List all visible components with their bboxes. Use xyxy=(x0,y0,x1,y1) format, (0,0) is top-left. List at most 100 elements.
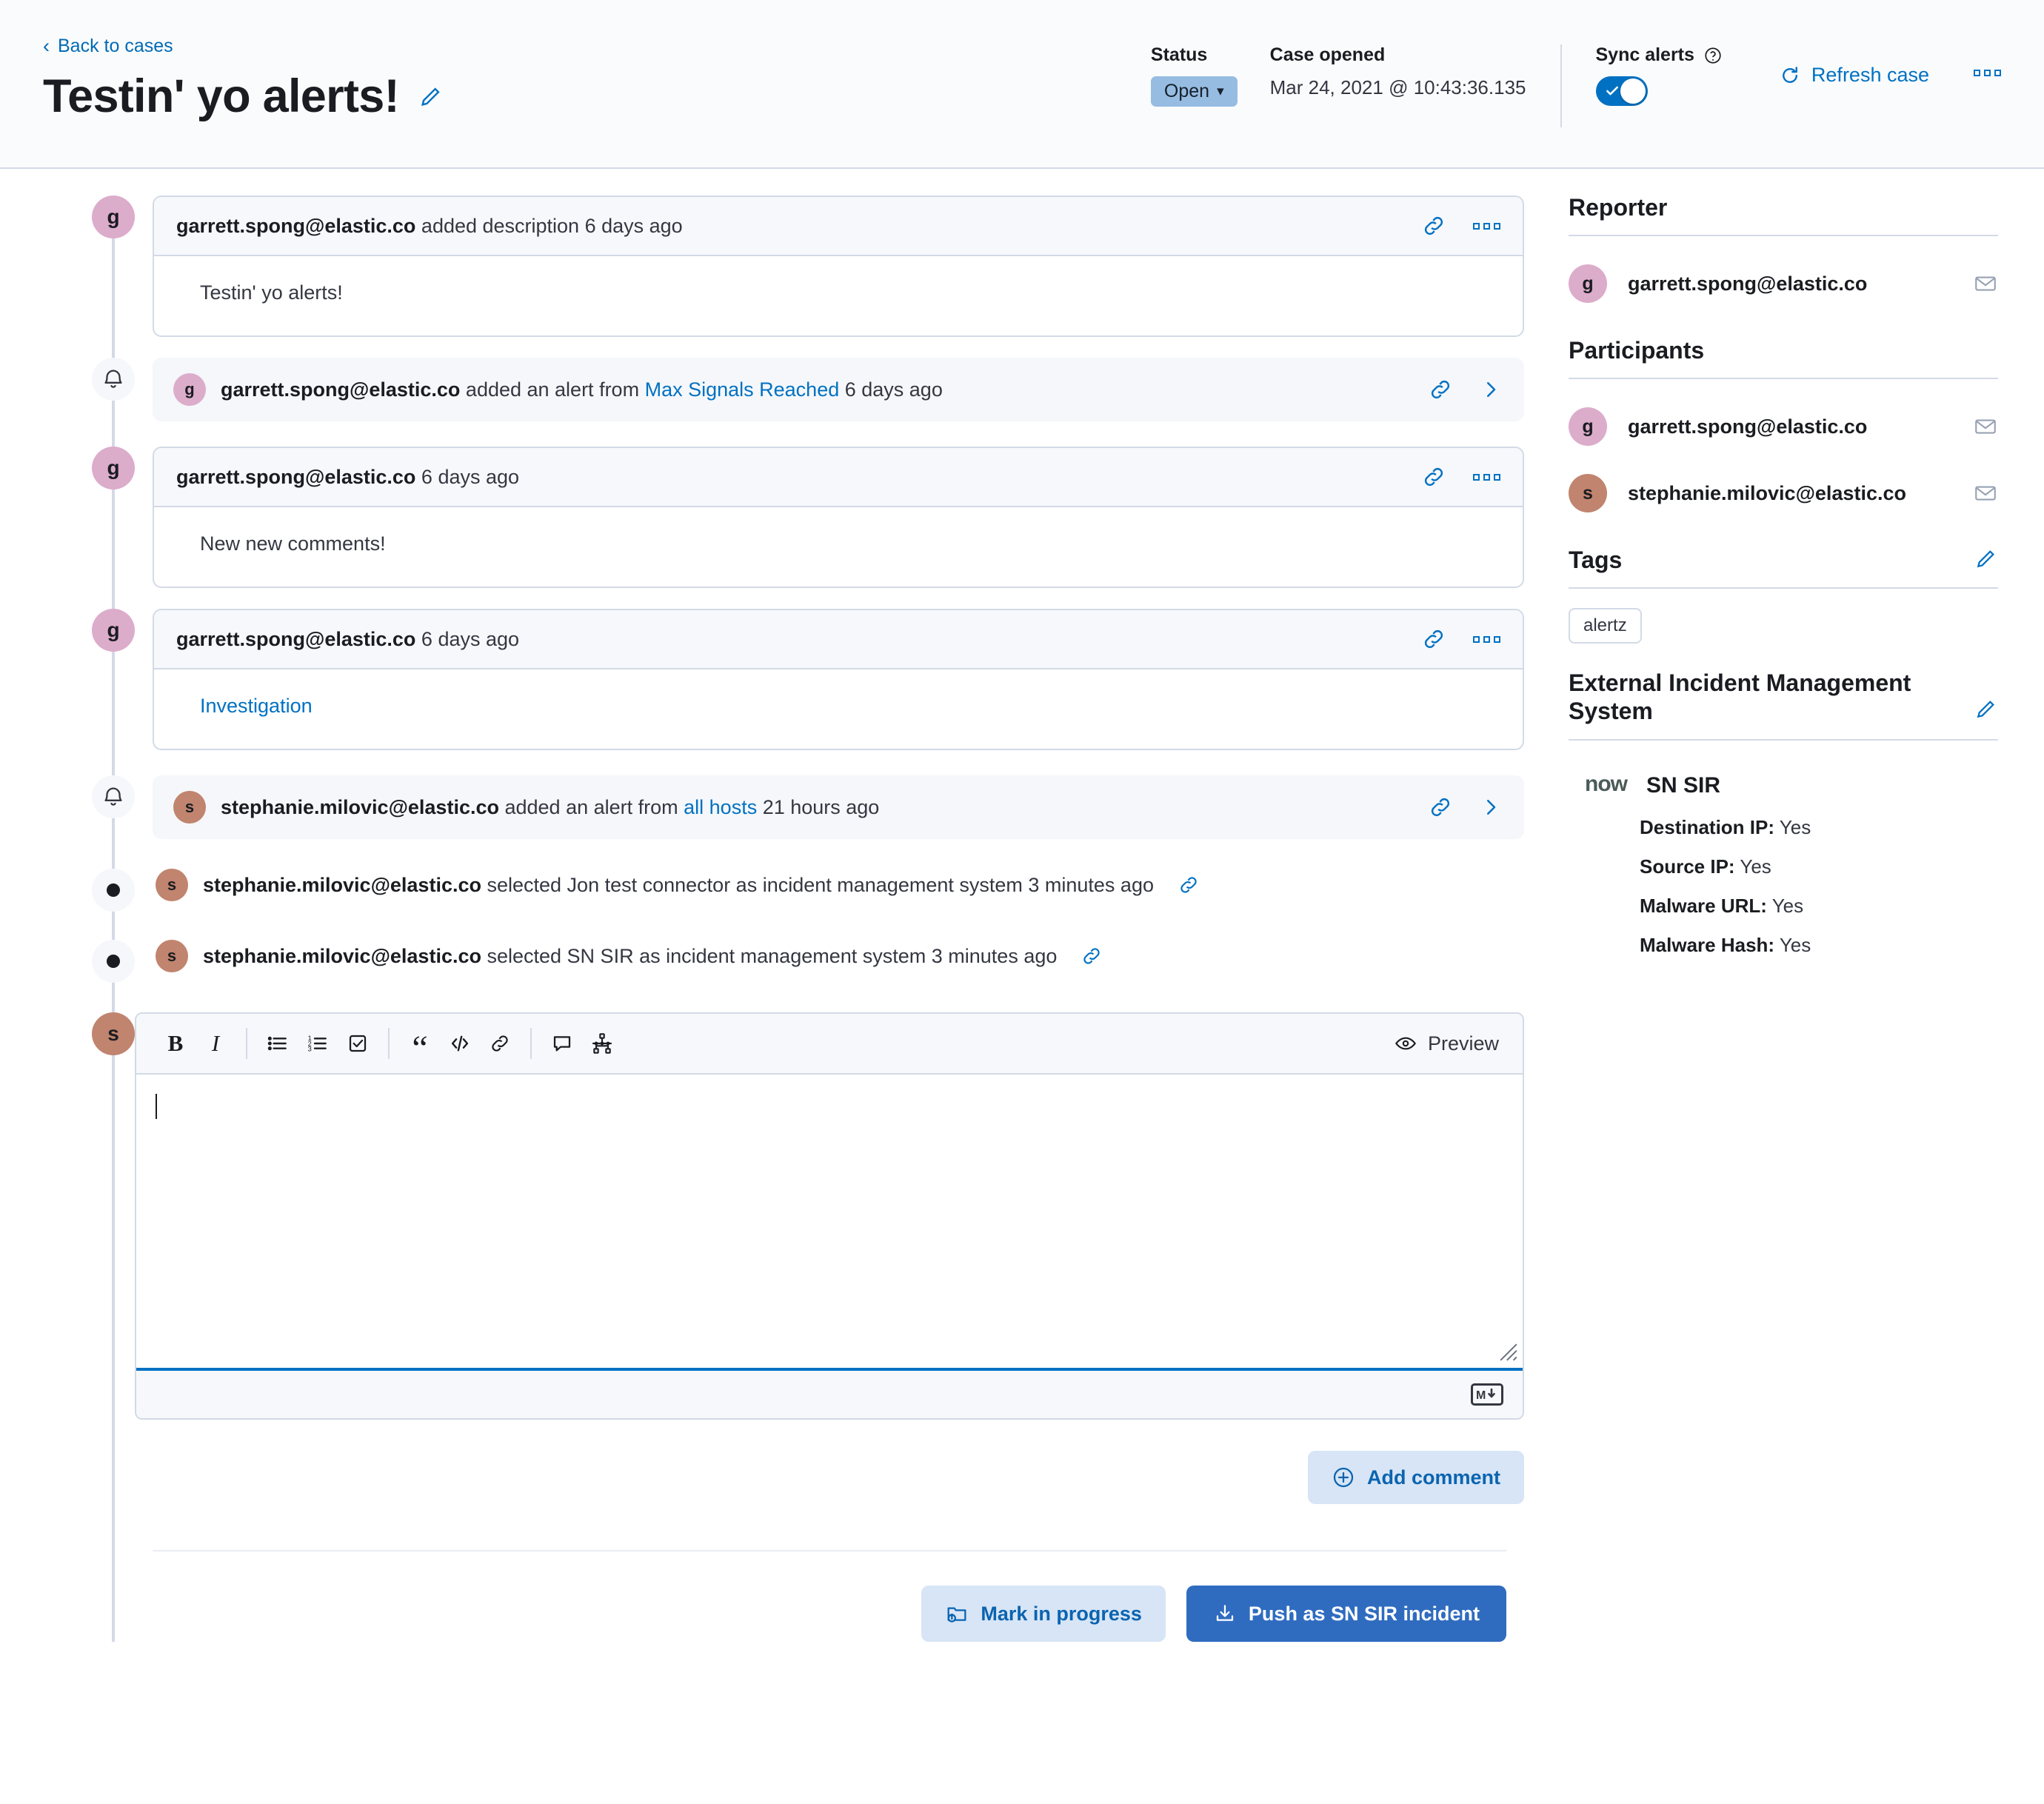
header-more-menu-button[interactable] xyxy=(1974,70,2001,76)
push-incident-button[interactable]: Push as SN SIR incident xyxy=(1186,1586,1506,1642)
chevron-right-icon[interactable] xyxy=(1480,378,1502,401)
add-comment-button[interactable]: Add comment xyxy=(1308,1451,1524,1504)
edit-title-pencil-icon[interactable] xyxy=(418,84,444,109)
envelope-icon[interactable] xyxy=(1973,414,1998,439)
divider xyxy=(1569,378,1998,379)
field-label: Malware Hash: xyxy=(1640,934,1774,956)
envelope-icon[interactable] xyxy=(1973,271,1998,296)
title-row: Testin' yo alerts! xyxy=(43,71,444,121)
comment-more-menu-button[interactable] xyxy=(1473,636,1500,643)
link-icon[interactable] xyxy=(1428,377,1453,402)
reporter-email: garrett.spong@elastic.co xyxy=(1628,273,1952,295)
alert-row: g garrett.spong@elastic.co added an aler… xyxy=(153,358,1524,421)
field-label: Malware URL: xyxy=(1640,895,1767,917)
bell-icon xyxy=(92,358,135,401)
push-import-icon xyxy=(1213,1602,1237,1626)
investigation-link[interactable]: Investigation xyxy=(200,695,313,717)
activity-column: g garrett.spong@elastic.co added descrip… xyxy=(43,169,1524,1642)
envelope-icon[interactable] xyxy=(1973,481,1998,506)
comment-meta: added description 6 days ago xyxy=(415,215,682,237)
header-right-group: Status Open ▾ Case opened Mar 24, 2021 @… xyxy=(1151,44,2001,127)
link-icon[interactable] xyxy=(1421,464,1446,490)
comment-more-menu-button[interactable] xyxy=(1473,223,1500,230)
link-icon[interactable] xyxy=(1178,874,1200,896)
back-to-cases-link[interactable]: ‹ Back to cases xyxy=(43,36,173,57)
mark-in-progress-button[interactable]: Mark in progress xyxy=(921,1586,1166,1642)
avatar: g xyxy=(92,447,135,490)
field-label: Destination IP: xyxy=(1640,816,1774,838)
link-icon[interactable] xyxy=(1081,945,1103,967)
status-block: Status Open ▾ xyxy=(1151,44,1238,107)
comment-body: Investigation xyxy=(154,669,1523,749)
link-icon[interactable] xyxy=(1421,627,1446,652)
comment-card-header: garrett.spong@elastic.co added descripti… xyxy=(154,197,1523,256)
participants-heading: Participants xyxy=(1569,337,1998,364)
tags-heading: Tags xyxy=(1569,547,1998,574)
checklist-icon[interactable] xyxy=(338,1023,378,1063)
comment-card-header: garrett.spong@elastic.co 6 days ago xyxy=(154,610,1523,669)
kebab-horizontal-icon xyxy=(1473,636,1480,643)
toolbar-divider xyxy=(246,1028,247,1059)
edit-external-pencil-icon[interactable] xyxy=(1974,697,1998,721)
numbered-list-icon[interactable]: 1 2 3 xyxy=(298,1023,338,1063)
kebab-horizontal-icon xyxy=(1974,70,1980,76)
spacer xyxy=(1569,512,1998,547)
divider xyxy=(1569,235,1998,236)
italic-icon[interactable]: I xyxy=(196,1023,236,1063)
timeline-item: g garrett.spong@elastic.co 6 days ago xyxy=(43,447,1524,588)
bold-icon[interactable]: B xyxy=(156,1023,196,1063)
refresh-case-button[interactable]: Refresh case xyxy=(1779,64,1929,87)
comment-body: Testin' yo alerts! xyxy=(154,256,1523,335)
timeline-item: g garrett.spong@elastic.co added descrip… xyxy=(43,196,1524,337)
edit-tags-pencil-icon[interactable] xyxy=(1974,547,1998,570)
action-row: s stephanie.milovic@elastic.co selected … xyxy=(153,940,1524,972)
page-title: Testin' yo alerts! xyxy=(43,71,399,121)
dot-icon xyxy=(92,940,135,983)
timeline-icon[interactable] xyxy=(582,1023,622,1063)
comment-card: garrett.spong@elastic.co 6 days ago xyxy=(153,447,1524,588)
link-icon[interactable] xyxy=(1421,213,1446,238)
resize-handle[interactable] xyxy=(1499,1343,1518,1362)
alert-row: s stephanie.milovic@elastic.co added an … xyxy=(153,775,1524,839)
field-value: Yes xyxy=(1780,934,1811,956)
plus-circle-icon xyxy=(1332,1466,1355,1489)
status-dropdown[interactable]: Open ▾ xyxy=(1151,76,1238,107)
question-circle-icon[interactable] xyxy=(1703,46,1723,65)
link-icon[interactable] xyxy=(1428,795,1453,820)
bell-icon xyxy=(92,775,135,818)
servicenow-logo-icon: now xyxy=(1585,773,1627,795)
link-icon[interactable] xyxy=(480,1023,520,1063)
alert-text: garrett.spong@elastic.co added an alert … xyxy=(221,378,943,401)
timeline-item: g garrett.spong@elastic.co added an aler… xyxy=(43,358,1524,421)
alert-author: stephanie.milovic@elastic.co xyxy=(221,796,499,818)
code-icon[interactable] xyxy=(440,1023,480,1063)
quote-icon[interactable]: “ xyxy=(400,1023,440,1063)
alert-tail: 21 hours ago xyxy=(757,796,879,818)
field-value: Yes xyxy=(1780,816,1811,838)
chevron-down-icon: ▾ xyxy=(1217,83,1224,100)
field-label: Source IP: xyxy=(1640,855,1735,878)
sync-alerts-block: Sync alerts xyxy=(1596,44,1723,106)
tag-chip[interactable]: alertz xyxy=(1569,608,1642,644)
bulleted-list-icon[interactable] xyxy=(258,1023,298,1063)
participant-row: g garrett.spong@elastic.co xyxy=(1569,407,1998,446)
action-text: stephanie.milovic@elastic.co selected SN… xyxy=(203,945,1057,968)
avatar: g xyxy=(92,196,135,238)
footer-divider xyxy=(153,1550,1506,1551)
timeline-item: g garrett.spong@elastic.co 6 days ago xyxy=(43,609,1524,750)
comment-card: garrett.spong@elastic.co added descripti… xyxy=(153,196,1524,337)
editor-toolbar: B I xyxy=(136,1014,1523,1075)
comment-textarea[interactable] xyxy=(136,1075,1523,1371)
page-body: g garrett.spong@elastic.co added descrip… xyxy=(0,169,2044,1642)
timeline-item: s stephanie.milovic@elastic.co added an … xyxy=(43,775,1524,839)
action-row: s stephanie.milovic@elastic.co selected … xyxy=(153,869,1524,901)
comment-icon[interactable] xyxy=(542,1023,582,1063)
preview-toggle[interactable]: Preview xyxy=(1394,1032,1503,1055)
action-text: stephanie.milovic@elastic.co selected Jo… xyxy=(203,874,1154,897)
comment-more-menu-button[interactable] xyxy=(1473,474,1500,481)
alert-rule-link[interactable]: all hosts xyxy=(684,796,757,818)
sync-alerts-toggle[interactable] xyxy=(1596,76,1648,106)
chevron-right-icon[interactable] xyxy=(1480,796,1502,818)
alert-rule-link[interactable]: Max Signals Reached xyxy=(645,378,840,401)
participant-row: s stephanie.milovic@elastic.co xyxy=(1569,474,1998,512)
